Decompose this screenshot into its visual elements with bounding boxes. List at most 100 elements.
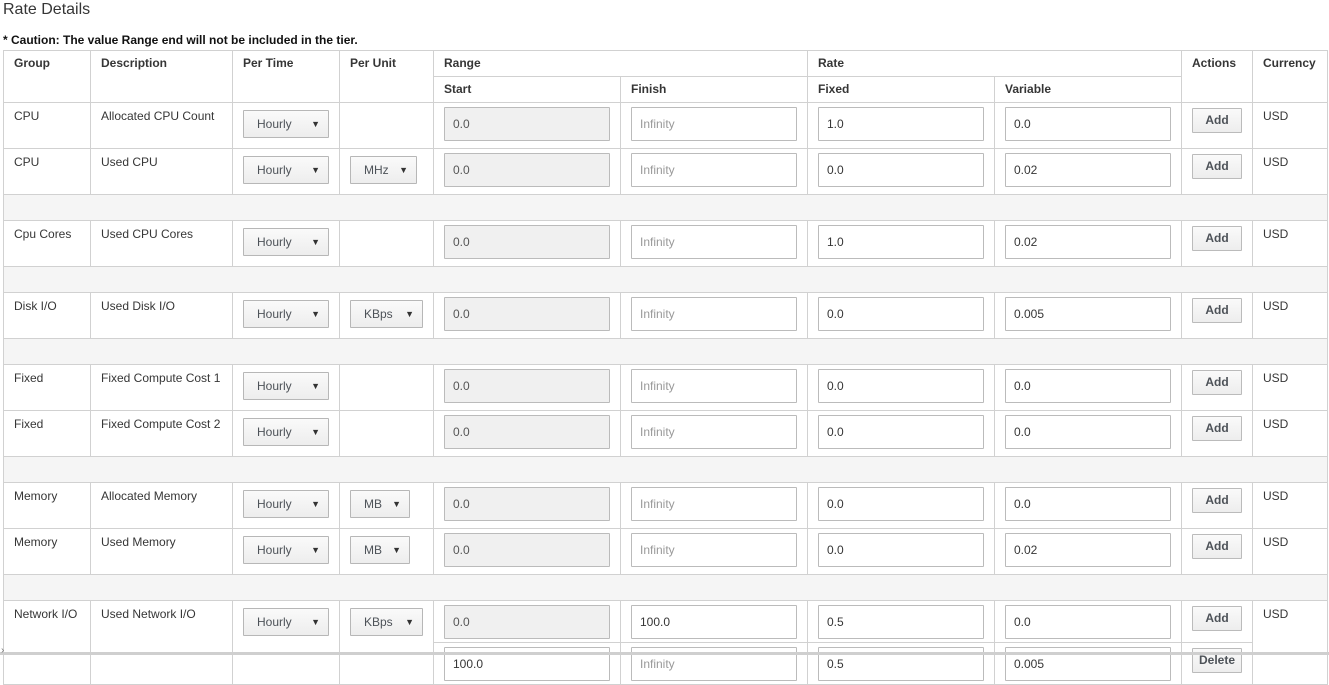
- rate-fixed-input[interactable]: 0.0: [818, 533, 984, 567]
- range-start-cell: 0.0: [433, 600, 621, 643]
- range-finish-input[interactable]: Infinity: [631, 225, 797, 259]
- description-cell: Used Network I/O: [90, 600, 233, 685]
- range-start-input[interactable]: 0.0: [444, 369, 610, 403]
- per-time-select[interactable]: Hourly ▼: [243, 418, 329, 446]
- rate-variable-input[interactable]: 0.0: [1005, 605, 1172, 639]
- rate-variable-input[interactable]: 0.0: [1005, 487, 1172, 521]
- chevron-down-icon: ▼: [405, 309, 414, 319]
- range-finish-input[interactable]: Infinity: [631, 415, 797, 449]
- group-cell: Network I/O: [3, 600, 91, 685]
- per-time-select[interactable]: Hourly ▼: [243, 372, 329, 400]
- rate-fixed-input[interactable]: 0.0: [818, 369, 984, 403]
- rate-variable-input[interactable]: 0.005: [1005, 297, 1172, 331]
- per-unit-value: MHz: [364, 163, 389, 177]
- range-start-input[interactable]: 0.0: [444, 487, 610, 521]
- rate-variable-input[interactable]: 0.02: [1005, 533, 1172, 567]
- add-tier-button[interactable]: Add: [1192, 534, 1243, 559]
- rate-variable-input[interactable]: 0.02: [1005, 225, 1172, 259]
- rate-fixed-input[interactable]: 1.0: [818, 225, 984, 259]
- range-start-input[interactable]: 0.0: [444, 533, 610, 567]
- chevron-down-icon: ▼: [311, 309, 320, 319]
- per-unit-cell: [339, 102, 434, 149]
- per-unit-cell: MHz ▼: [339, 148, 434, 195]
- description-cell: Fixed Compute Cost 2: [90, 410, 233, 457]
- add-tier-button[interactable]: Add: [1192, 416, 1243, 441]
- rate-variable-cell: 0.02: [993, 528, 1183, 575]
- caution-text: * Caution: The value Range end will not …: [3, 33, 358, 47]
- add-tier-button[interactable]: Add: [1192, 154, 1243, 179]
- per-unit-cell: [339, 364, 434, 411]
- range-finish-input[interactable]: Infinity: [631, 153, 797, 187]
- per-unit-cell: KBps ▼: [339, 600, 434, 685]
- rate-variable-input[interactable]: 0.0: [1005, 369, 1172, 403]
- rate-fixed-cell: 0.0: [807, 410, 995, 457]
- actions-cell: Add: [1181, 220, 1254, 267]
- per-time-select[interactable]: Hourly ▼: [243, 536, 329, 564]
- actions-cell: Delete: [1181, 642, 1254, 685]
- rate-fixed-input[interactable]: 1.0: [818, 107, 984, 141]
- add-tier-button[interactable]: Add: [1192, 488, 1243, 513]
- rate-variable-input[interactable]: 0.0: [1005, 107, 1172, 141]
- description-cell: Fixed Compute Cost 1: [90, 364, 233, 411]
- add-tier-button[interactable]: Add: [1192, 370, 1243, 395]
- per-unit-select[interactable]: MB ▼: [350, 490, 410, 518]
- rate-variable-input[interactable]: 0.02: [1005, 153, 1172, 187]
- per-unit-select[interactable]: MHz ▼: [350, 156, 417, 184]
- page-title: Rate Details: [3, 1, 91, 18]
- rate-variable-cell: 0.005: [993, 292, 1183, 339]
- separator-cell: [2, 338, 1329, 365]
- per-time-cell: Hourly ▼: [232, 482, 340, 529]
- rate-fixed-input[interactable]: 0.0: [818, 153, 984, 187]
- chevron-down-icon: ▼: [311, 427, 320, 437]
- rate-fixed-input[interactable]: 0.0: [818, 487, 984, 521]
- chevron-down-icon: ▼: [392, 545, 401, 555]
- range-start-input[interactable]: 0.0: [444, 153, 610, 187]
- range-start-input[interactable]: 0.0: [444, 225, 610, 259]
- description-cell: Allocated CPU Count: [90, 102, 233, 149]
- range-start-cell: 100.0: [433, 642, 621, 685]
- range-finish-input[interactable]: Infinity: [631, 107, 797, 141]
- range-start-input[interactable]: 0.0: [444, 107, 610, 141]
- range-finish-input[interactable]: Infinity: [631, 297, 797, 331]
- horizontal-scrollbar[interactable]: [0, 652, 1329, 655]
- separator-cell: [2, 266, 1329, 293]
- range-finish-input[interactable]: 100.0: [631, 605, 797, 639]
- add-tier-button[interactable]: Add: [1192, 226, 1243, 251]
- group-cell: Fixed: [3, 364, 91, 411]
- per-time-select[interactable]: Hourly ▼: [243, 228, 329, 256]
- add-tier-button[interactable]: Add: [1192, 606, 1243, 631]
- range-finish-input[interactable]: Infinity: [631, 533, 797, 567]
- per-time-select[interactable]: Hourly ▼: [243, 300, 329, 328]
- per-time-select[interactable]: Hourly ▼: [243, 156, 329, 184]
- add-tier-button[interactable]: Add: [1192, 108, 1243, 133]
- rate-fixed-input[interactable]: 0.0: [818, 297, 984, 331]
- per-unit-value: KBps: [364, 307, 393, 321]
- rate-row: Memory Allocated Memory Hourly ▼ MB ▼ 0.0 Infin…: [3, 482, 1329, 529]
- per-unit-select[interactable]: KBps ▼: [350, 300, 423, 328]
- scroll-left-icon[interactable]: ›: [1, 645, 4, 656]
- range-finish-input[interactable]: Infinity: [631, 369, 797, 403]
- per-unit-select[interactable]: MB ▼: [350, 536, 410, 564]
- add-tier-button[interactable]: Add: [1192, 298, 1243, 323]
- range-start-input[interactable]: 0.0: [444, 297, 610, 331]
- per-time-select[interactable]: Hourly ▼: [243, 608, 329, 636]
- range-start-input[interactable]: 0.0: [444, 605, 610, 639]
- group-cell: CPU: [3, 102, 91, 149]
- description-cell: Allocated Memory: [90, 482, 233, 529]
- range-start-input[interactable]: 0.0: [444, 415, 610, 449]
- range-finish-input[interactable]: Infinity: [631, 487, 797, 521]
- per-time-select[interactable]: Hourly ▼: [243, 490, 329, 518]
- per-unit-cell: KBps ▼: [339, 292, 434, 339]
- chevron-down-icon: ▼: [392, 499, 401, 509]
- per-time-select[interactable]: Hourly ▼: [243, 110, 329, 138]
- rate-variable-input[interactable]: 0.0: [1005, 415, 1172, 449]
- rate-fixed-cell: 1.0: [807, 102, 995, 149]
- rate-fixed-input[interactable]: 0.5: [818, 605, 984, 639]
- per-unit-cell: MB ▼: [339, 482, 434, 529]
- range-finish-cell: Infinity: [620, 102, 808, 149]
- per-time-cell: Hourly ▼: [232, 410, 340, 457]
- per-unit-select[interactable]: KBps ▼: [350, 608, 423, 636]
- header-per-unit: Per Unit: [339, 50, 434, 103]
- rate-fixed-input[interactable]: 0.0: [818, 415, 984, 449]
- per-unit-cell: [339, 220, 434, 267]
